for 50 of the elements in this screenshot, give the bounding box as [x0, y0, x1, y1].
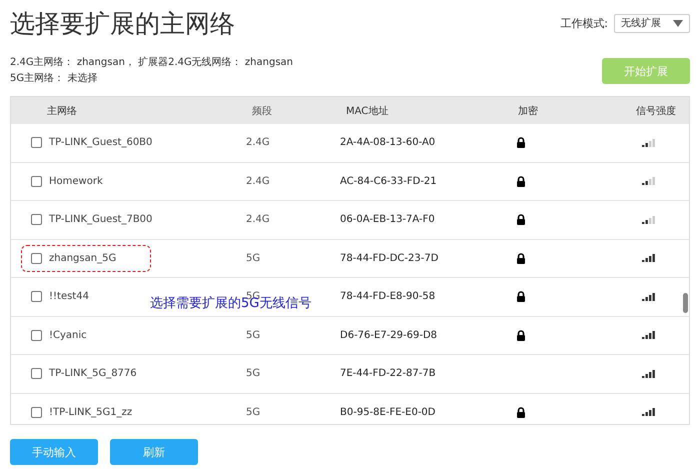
network-name: TP-LINK_Guest_7B00 — [49, 214, 152, 226]
column-header: 主网络 — [46, 104, 78, 118]
mac-cell: B0-95-8E-FE-E0-0D — [340, 406, 436, 418]
band-cell: 5G — [246, 252, 260, 264]
table-row[interactable]: !Cyanic 5G D6-76-E7-29-69-D8 — [11, 316, 689, 355]
scrollbar-thumb[interactable] — [683, 293, 688, 313]
mac-cell: AC-84-C6-33-FD-21 — [340, 176, 437, 187]
dropdown-arrow-icon — [673, 20, 683, 26]
mac-cell: 78-44-FD-E8-90-58 — [340, 291, 436, 302]
network-info: 2.4G主网络： zhangsan， 扩展器2.4G无线网络： zhangsan — [10, 56, 293, 70]
mac-cell: 2A-4A-08-13-60-A0 — [340, 137, 436, 148]
page-title: 选择要扩展的主网络 — [10, 8, 235, 40]
column-header: 频段 — [251, 104, 273, 118]
table-row[interactable]: !TP-LINK_5G1_zz 5G B0-95-8E-FE-E0-0D — [11, 394, 689, 424]
checkbox[interactable] — [31, 214, 42, 226]
mode-label: 工作模式: — [560, 16, 608, 30]
checkbox[interactable] — [31, 176, 42, 187]
checkbox[interactable] — [31, 137, 42, 148]
band-cell: 5G — [246, 406, 260, 418]
table-row[interactable]: Homework 2.4G AC-84-C6-33-FD-21 — [11, 162, 689, 201]
checkbox[interactable] — [31, 291, 42, 302]
network-name: TP-LINK_Guest_60B0 — [49, 137, 152, 148]
network-name: zhangsan_5G — [49, 252, 116, 264]
network-name: TP-LINK_5G_8776 — [49, 368, 137, 380]
network-name: !!test44 — [49, 291, 89, 302]
mac-cell: 78-44-FD-DC-23-7D — [340, 252, 438, 264]
band-cell: 2.4G — [246, 137, 270, 148]
mac-cell: 06-0A-EB-13-7A-F0 — [340, 214, 435, 226]
mac-cell: D6-76-E7-29-69-D8 — [340, 330, 438, 341]
network-info: 5G主网络： 未选择 — [10, 72, 98, 86]
table-row[interactable]: TP-LINK_5G_8776 5G 7E-44-FD-22-87-7B — [11, 355, 689, 394]
network-name: Homework — [49, 176, 103, 187]
checkbox[interactable] — [31, 330, 42, 341]
band-cell: 5G — [246, 368, 260, 380]
band-cell: 5G — [246, 330, 260, 341]
mode-dropdown[interactable]: 无线扩展 — [614, 14, 690, 32]
table-row[interactable]: TP-LINK_Guest_7B00 2.4G 06-0A-EB-13-7A-F0 — [11, 201, 689, 240]
band-cell: 2.4G — [246, 214, 270, 226]
checkbox[interactable] — [31, 406, 42, 418]
column-header: 加密 — [517, 104, 539, 118]
band-cell: 2.4G — [246, 176, 270, 187]
table-row[interactable]: TP-LINK_Guest_60B0 2.4G 2A-4A-08-13-60-A0 — [11, 124, 689, 162]
column-header: 信号强度 — [635, 104, 676, 118]
checkbox[interactable] — [31, 368, 42, 380]
table-row[interactable]: zhangsan_5G 5G 78-44-FD-DC-23-7D — [11, 240, 689, 278]
mac-cell: 7E-44-FD-22-87-7B — [340, 368, 436, 380]
network-name: !TP-LINK_5G1_zz — [49, 406, 132, 418]
column-header: MAC地址 — [346, 104, 390, 118]
network-name: !Cyanic — [49, 330, 87, 341]
checkbox[interactable] — [31, 252, 42, 264]
